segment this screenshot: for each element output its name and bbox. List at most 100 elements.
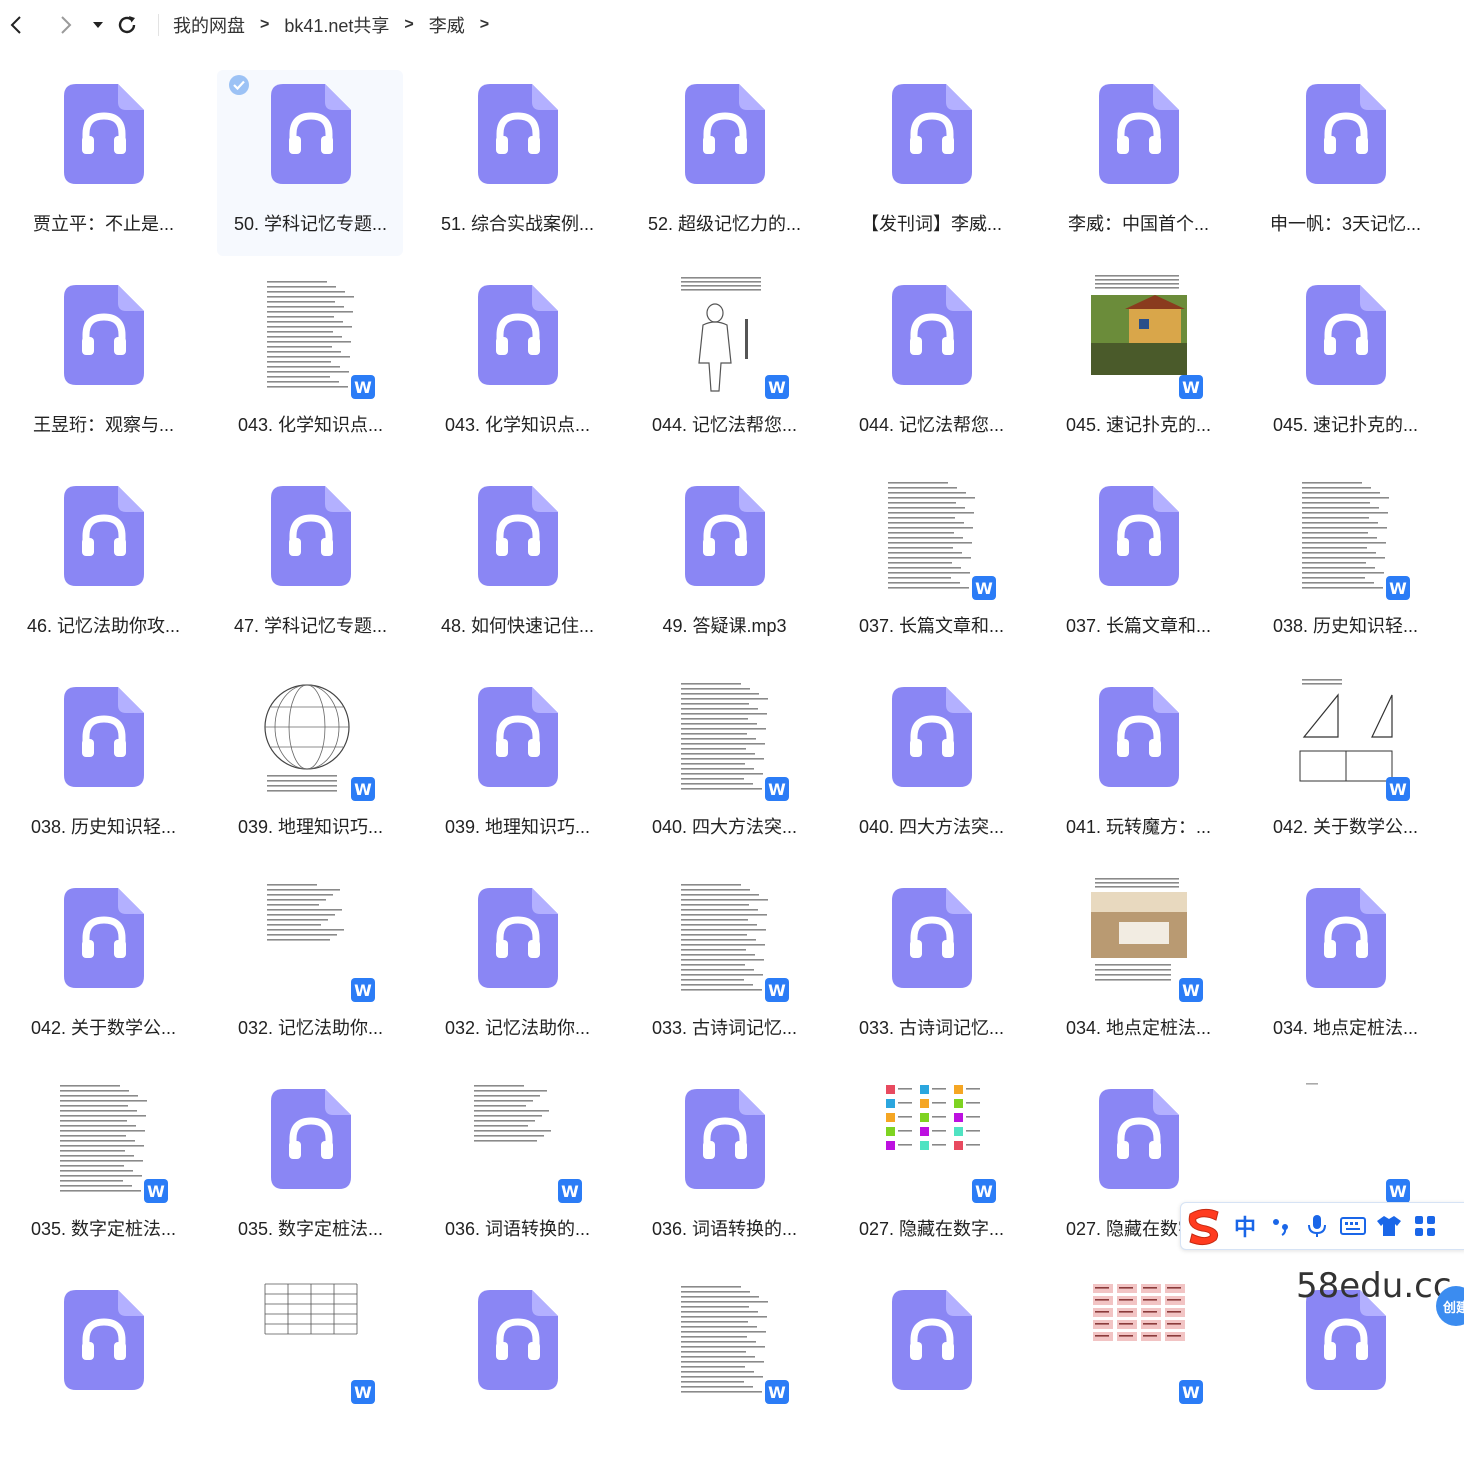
word-doc-icon: W (972, 1179, 996, 1203)
document-thumbnail (260, 1278, 361, 1402)
word-doc-icon: W (144, 1179, 168, 1203)
file-item[interactable]: 035. 数字定桩法... (207, 1069, 414, 1270)
breadcrumb-item-liwei[interactable]: 李威 (427, 12, 467, 38)
chevron-left-icon[interactable] (0, 8, 34, 42)
audio-file-icon (63, 687, 144, 787)
audio-file-icon (684, 1089, 765, 1189)
file-name: 045. 速记扑克的... (1065, 415, 1212, 435)
file-item[interactable]: 039. 地理知识巧... (414, 667, 621, 868)
word-doc-icon: W (765, 978, 789, 1002)
sogou-s-icon[interactable] (1181, 1203, 1227, 1249)
word-doc-icon: W (1386, 777, 1410, 801)
file-name: 036. 词语转换的... (651, 1219, 798, 1239)
file-item[interactable]: W 037. 长篇文章和... (828, 466, 1035, 667)
audio-file-icon (684, 84, 765, 184)
file-item[interactable]: 49. 答疑课.mp3 (621, 466, 828, 667)
file-name: 040. 四大方法突... (858, 817, 1005, 837)
file-item[interactable]: 贾立平：不止是... (0, 64, 207, 265)
file-item[interactable]: 52. 超级记忆力的... (621, 64, 828, 265)
file-item[interactable]: W 043. 化学知识点... (207, 265, 414, 466)
breadcrumb-item-share[interactable]: bk41.net共享 (282, 12, 391, 38)
file-item[interactable]: W (1035, 1270, 1242, 1471)
keyboard-icon[interactable] (1335, 1208, 1371, 1244)
file-item[interactable]: 王昱珩：观察与... (0, 265, 207, 466)
file-item[interactable]: W 038. 历史知识轻... (1242, 466, 1449, 667)
file-item[interactable]: W 044. 记忆法帮您... (621, 265, 828, 466)
skin-shirt-icon[interactable] (1371, 1208, 1407, 1244)
file-item[interactable]: 033. 古诗词记忆... (828, 868, 1035, 1069)
toolbox-grid-icon[interactable] (1407, 1208, 1443, 1244)
file-item[interactable]: W 027. 隐藏在数字... (828, 1069, 1035, 1270)
file-item[interactable]: 48. 如何快速记住... (414, 466, 621, 667)
file-item[interactable]: W 039. 地理知识巧... (207, 667, 414, 868)
file-item[interactable] (828, 1270, 1035, 1471)
audio-file-icon (270, 84, 351, 184)
ime-language-toggle[interactable]: 中 (1227, 1208, 1263, 1244)
file-name: 044. 记忆法帮您... (858, 415, 1005, 435)
file-item[interactable]: 037. 长篇文章和... (1035, 466, 1242, 667)
file-item[interactable]: 043. 化学知识点... (414, 265, 621, 466)
word-doc-icon: W (765, 1380, 789, 1404)
caret-down-icon[interactable] (86, 8, 110, 42)
file-name: 038. 历史知识轻... (30, 817, 177, 837)
file-name: 044. 记忆法帮您... (651, 415, 798, 435)
document-thumbnail (260, 675, 361, 799)
chevron-right-icon[interactable] (48, 8, 82, 42)
document-thumbnail (467, 1077, 568, 1201)
file-name: 039. 地理知识巧... (444, 817, 591, 837)
file-name: 贾立平：不止是... (32, 214, 174, 234)
punctuation-icon[interactable] (1263, 1208, 1299, 1244)
file-item[interactable]: W (207, 1270, 414, 1471)
file-item[interactable]: 51. 综合实战案例... (414, 64, 621, 265)
document-thumbnail (674, 1278, 775, 1402)
toolbar-divider (158, 14, 159, 36)
file-name: 041. 玩转魔方：... (1065, 817, 1212, 837)
file-item[interactable]: 040. 四大方法突... (828, 667, 1035, 868)
file-item[interactable]: W 042. 关于数学公... (1242, 667, 1449, 868)
refresh-icon[interactable] (110, 8, 144, 42)
file-name: 036. 词语转换的... (444, 1219, 591, 1239)
file-name: 51. 综合实战案例... (440, 214, 595, 234)
audio-file-icon (63, 1290, 144, 1390)
breadcrumb-item-my-drive[interactable]: 我的网盘 (171, 12, 247, 38)
file-item[interactable]: W (621, 1270, 828, 1471)
top-bar: 我的网盘 > bk41.net共享 > 李威 > (0, 0, 1464, 50)
file-name: 034. 地点定桩法... (1272, 1018, 1419, 1038)
file-name: 46. 记忆法助你攻... (26, 616, 181, 636)
file-item[interactable]: W 034. 地点定桩法... (1035, 868, 1242, 1069)
file-item[interactable]: W 033. 古诗词记忆... (621, 868, 828, 1069)
file-item[interactable]: W 035. 数字定桩法... (0, 1069, 207, 1270)
file-item[interactable]: W 040. 四大方法突... (621, 667, 828, 868)
file-item[interactable]: 044. 记忆法帮您... (828, 265, 1035, 466)
file-item[interactable] (414, 1270, 621, 1471)
file-item[interactable]: W 032. 记忆法助你... (207, 868, 414, 1069)
watermark: 58edu.cc (1296, 1266, 1452, 1306)
file-item[interactable]: 036. 词语转换的... (621, 1069, 828, 1270)
file-item[interactable] (0, 1270, 207, 1471)
file-item[interactable]: 032. 记忆法助你... (414, 868, 621, 1069)
file-item[interactable]: W 045. 速记扑克的... (1035, 265, 1242, 466)
file-item[interactable]: 47. 学科记忆专题... (207, 466, 414, 667)
microphone-icon[interactable] (1299, 1208, 1335, 1244)
file-item[interactable]: 申一帆：3天记忆... (1242, 64, 1449, 265)
document-thumbnail (881, 474, 982, 598)
file-item[interactable]: 【发刊词】李威... (828, 64, 1035, 265)
file-name: 042. 关于数学公... (30, 1018, 177, 1038)
file-name: 032. 记忆法助你... (237, 1018, 384, 1038)
file-item[interactable]: 034. 地点定桩法... (1242, 868, 1449, 1069)
ime-toolbar: 中 (1180, 1202, 1464, 1250)
file-item[interactable]: 041. 玩转魔方：... (1035, 667, 1242, 868)
file-item[interactable]: 李威：中国首个... (1035, 64, 1242, 265)
file-name: 043. 化学知识点... (237, 415, 384, 435)
file-item[interactable]: 038. 历史知识轻... (0, 667, 207, 868)
audio-file-icon (270, 486, 351, 586)
breadcrumb-separator: > (404, 16, 414, 33)
file-item[interactable]: 045. 速记扑克的... (1242, 265, 1449, 466)
file-item[interactable]: 042. 关于数学公... (0, 868, 207, 1069)
audio-file-icon (1305, 84, 1386, 184)
word-doc-icon: W (351, 375, 375, 399)
file-item[interactable]: 46. 记忆法助你攻... (0, 466, 207, 667)
audio-file-icon (1305, 285, 1386, 385)
check-circle-icon[interactable] (228, 74, 250, 96)
file-item[interactable]: W 036. 词语转换的... (414, 1069, 621, 1270)
